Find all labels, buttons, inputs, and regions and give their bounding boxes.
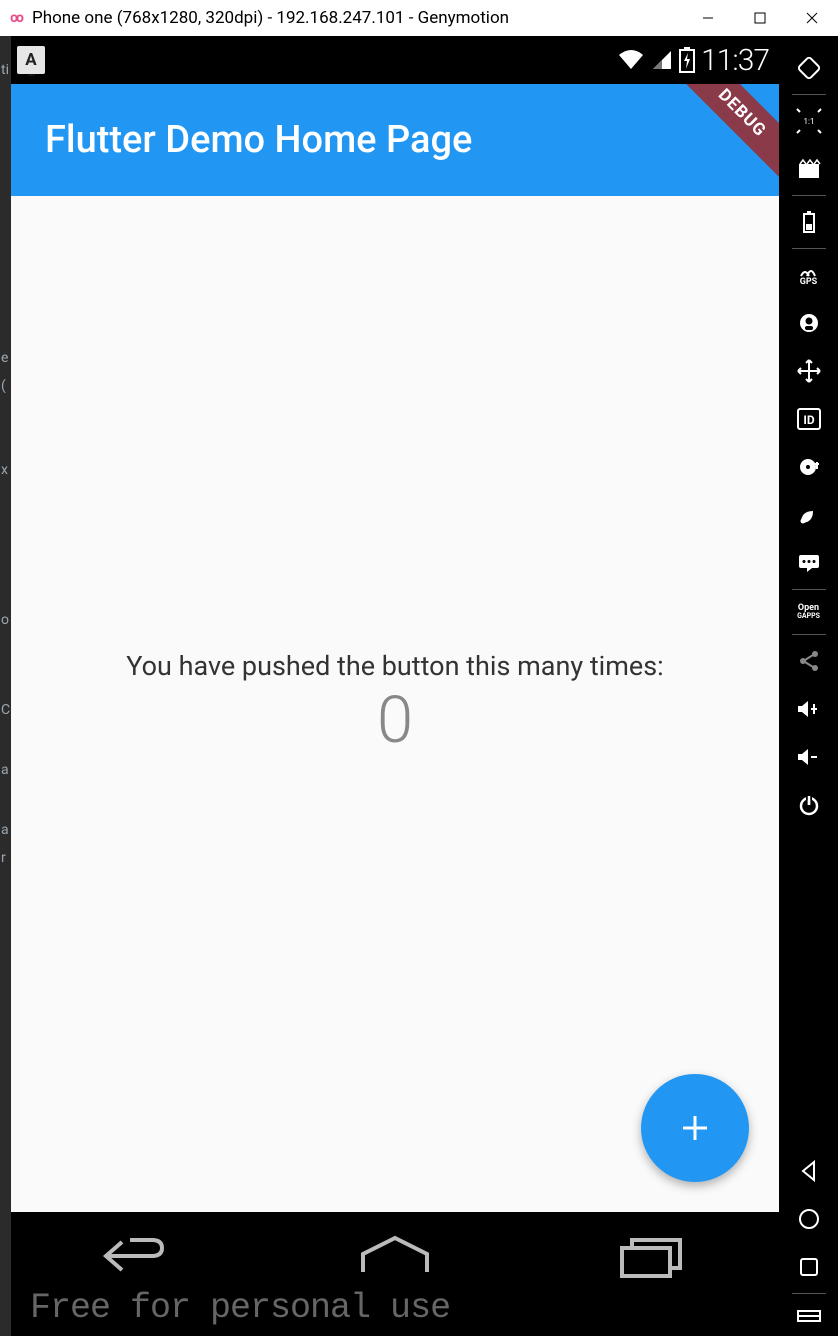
- status-time: 11:37: [701, 43, 769, 78]
- move-button[interactable]: [789, 347, 829, 395]
- battery-button[interactable]: [789, 198, 829, 246]
- recents-button[interactable]: [616, 1234, 688, 1282]
- counter-label: You have pushed the button this many tim…: [126, 650, 663, 682]
- genymotion-toolbar: 1:1 GPS ID Open GAPPS: [779, 36, 838, 1336]
- volume-down-button[interactable]: [789, 733, 829, 781]
- maximize-button[interactable]: [734, 0, 786, 36]
- battery-charging-icon: [679, 47, 695, 73]
- back-button[interactable]: [102, 1234, 174, 1282]
- power-button[interactable]: [789, 781, 829, 829]
- camera-button[interactable]: [789, 299, 829, 347]
- svg-text:ID: ID: [803, 413, 815, 427]
- identifier-button[interactable]: ID: [789, 395, 829, 443]
- plus-icon: [677, 1110, 713, 1146]
- genymotion-icon: oo: [0, 0, 32, 36]
- gps-label: GPS: [800, 278, 817, 287]
- sms-button[interactable]: [789, 539, 829, 587]
- svg-text:1:1: 1:1: [803, 117, 814, 126]
- nav-home-button[interactable]: [789, 1195, 829, 1243]
- counter-value: 0: [377, 682, 413, 758]
- cell-signal-icon: [651, 49, 673, 71]
- minimize-button[interactable]: [682, 0, 734, 36]
- close-button[interactable]: [786, 0, 838, 36]
- pixel-perfect-button[interactable]: 1:1: [789, 97, 829, 145]
- nav-back-button[interactable]: [789, 1147, 829, 1195]
- app-body: You have pushed the button this many tim…: [11, 196, 779, 1212]
- app-bar: Flutter Demo Home Page DEBUG: [11, 84, 779, 196]
- increment-fab-button[interactable]: [641, 1074, 749, 1182]
- open-gapps-button[interactable]: Open GAPPS: [789, 592, 829, 632]
- rotate-button[interactable]: [789, 44, 829, 92]
- nav-recents-button[interactable]: [789, 1243, 829, 1291]
- android-status-bar[interactable]: A 11:37: [11, 36, 779, 84]
- watermark-text: Free for personal use: [30, 1288, 450, 1328]
- network-button[interactable]: [789, 491, 829, 539]
- app-title: Flutter Demo Home Page: [45, 118, 472, 162]
- record-button[interactable]: [789, 145, 829, 193]
- home-button[interactable]: [357, 1234, 433, 1282]
- wifi-icon: [617, 49, 645, 71]
- window-titlebar: oo Phone one (768x1280, 320dpi) - 192.16…: [0, 0, 838, 36]
- more-button[interactable]: [789, 1296, 829, 1336]
- share-button[interactable]: [789, 637, 829, 685]
- debug-ribbon: DEBUG: [668, 84, 779, 187]
- keyboard-indicator-icon: A: [17, 46, 45, 74]
- volume-up-button[interactable]: [789, 685, 829, 733]
- emulator-screen: A 11:37 Flutter Demo Home Page DEBUG You…: [11, 36, 779, 1336]
- window-title: Phone one (768x1280, 320dpi) - 192.168.2…: [32, 8, 682, 28]
- gps-button[interactable]: GPS: [789, 251, 829, 299]
- disk-button[interactable]: [789, 443, 829, 491]
